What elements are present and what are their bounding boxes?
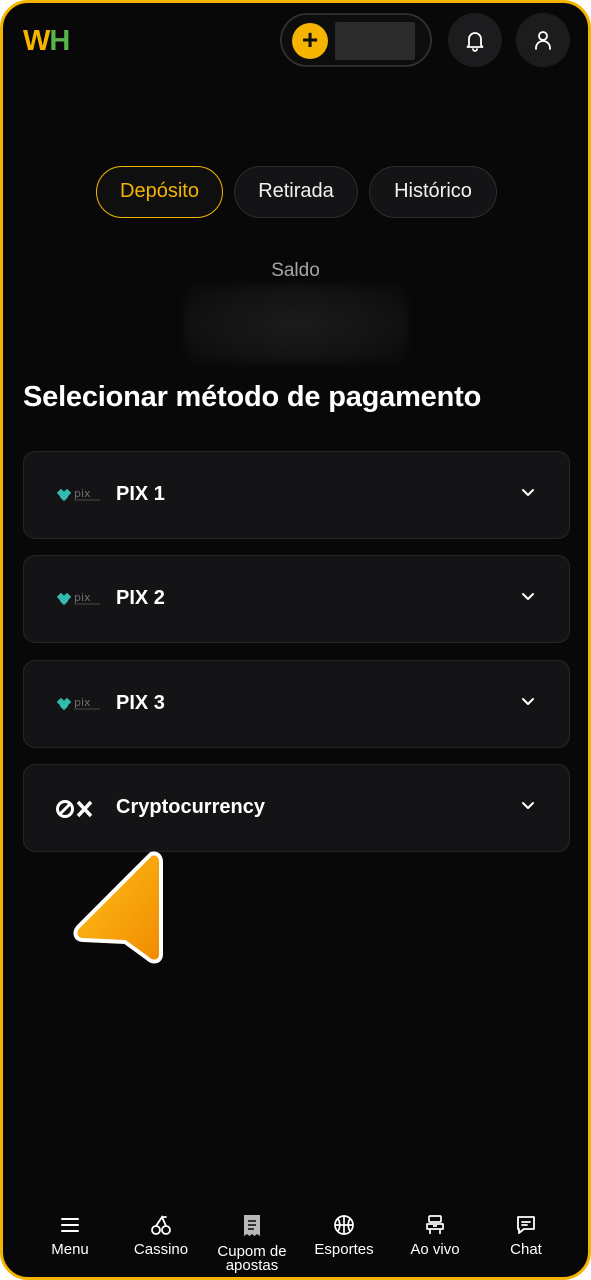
nav-label: Menu — [51, 1241, 89, 1258]
nav-chat[interactable]: Chat — [481, 1208, 571, 1257]
nav-esportes[interactable]: Esportes — [299, 1208, 389, 1257]
payment-method-pix-3[interactable]: pix PIX 3 — [23, 660, 570, 748]
payment-method-pix-1[interactable]: pix PIX 1 — [23, 451, 570, 539]
nav-label: Chat — [510, 1241, 542, 1258]
svg-text:pix: pix — [74, 696, 91, 709]
logo-letter-w: W — [23, 25, 50, 57]
nav-label: Esportes — [314, 1241, 374, 1258]
app-frame: WH + Depósito Retirada Histórico Saldo S… — [0, 0, 591, 1280]
chevron-down-icon[interactable] — [521, 488, 535, 498]
live-icon — [426, 1215, 444, 1234]
nav-cupom-de-apostas[interactable]: Cupom de apostas — [207, 1208, 297, 1273]
nav-ao-vivo[interactable]: Ao vivo — [390, 1208, 480, 1257]
basketball-icon — [334, 1215, 354, 1235]
chevron-down-icon[interactable] — [521, 697, 535, 707]
pointer-arrow-icon — [73, 851, 163, 964]
nav-label: Cassino — [133, 1241, 189, 1258]
nav-label: Ao vivo — [410, 1241, 460, 1258]
profile-button[interactable] — [516, 13, 570, 67]
method-label: PIX 1 — [116, 483, 165, 505]
menu-icon — [61, 1218, 79, 1232]
0x-logo-icon — [56, 800, 93, 818]
svg-text:pix: pix — [74, 591, 91, 604]
pix-logo-icon: pix — [57, 591, 100, 606]
receipt-icon — [244, 1215, 260, 1236]
pix-logo-icon: pix — [57, 696, 100, 711]
plus-icon[interactable]: + — [292, 23, 328, 59]
chevron-down-icon[interactable] — [521, 801, 535, 811]
notifications-button[interactable] — [448, 13, 502, 67]
balance-value-blurred — [183, 283, 409, 365]
payment-method-cryptocurrency[interactable]: Cryptocurrency — [23, 764, 570, 852]
cherries-icon — [151, 1215, 171, 1235]
svg-text:pix: pix — [74, 487, 91, 500]
tab-historico[interactable]: Histórico — [369, 166, 497, 218]
nav-menu[interactable]: Menu — [25, 1208, 115, 1257]
bottom-navigation: Menu Cassino Cupom de apostas Esportes A… — [3, 1208, 588, 1277]
balance-pill[interactable]: + — [280, 13, 432, 67]
nav-cassino[interactable]: Cassino — [116, 1208, 206, 1257]
payment-method-pix-2[interactable]: pix PIX 2 — [23, 555, 570, 643]
brand-logo[interactable]: WH — [23, 25, 70, 58]
user-icon — [535, 31, 551, 50]
tab-deposito[interactable]: Depósito — [96, 166, 223, 218]
method-label: PIX 2 — [116, 587, 165, 609]
balance-label: Saldo — [271, 260, 320, 281]
bell-icon — [466, 32, 484, 52]
chat-icon — [517, 1216, 535, 1234]
chevron-down-icon[interactable] — [521, 592, 535, 602]
method-label: Cryptocurrency — [116, 796, 265, 818]
top-header: WH + — [3, 3, 588, 83]
nav-label: Cupom de apostas — [217, 1243, 287, 1274]
section-title: Selecionar método de pagamento — [23, 381, 482, 413]
logo-letter-h: H — [49, 25, 70, 57]
wallet-tabs: Depósito Retirada Histórico — [3, 166, 588, 220]
pix-logo-icon: pix — [57, 487, 100, 502]
tab-retirada[interactable]: Retirada — [234, 166, 358, 218]
method-label: PIX 3 — [116, 692, 165, 714]
hidden-balance — [335, 22, 415, 60]
